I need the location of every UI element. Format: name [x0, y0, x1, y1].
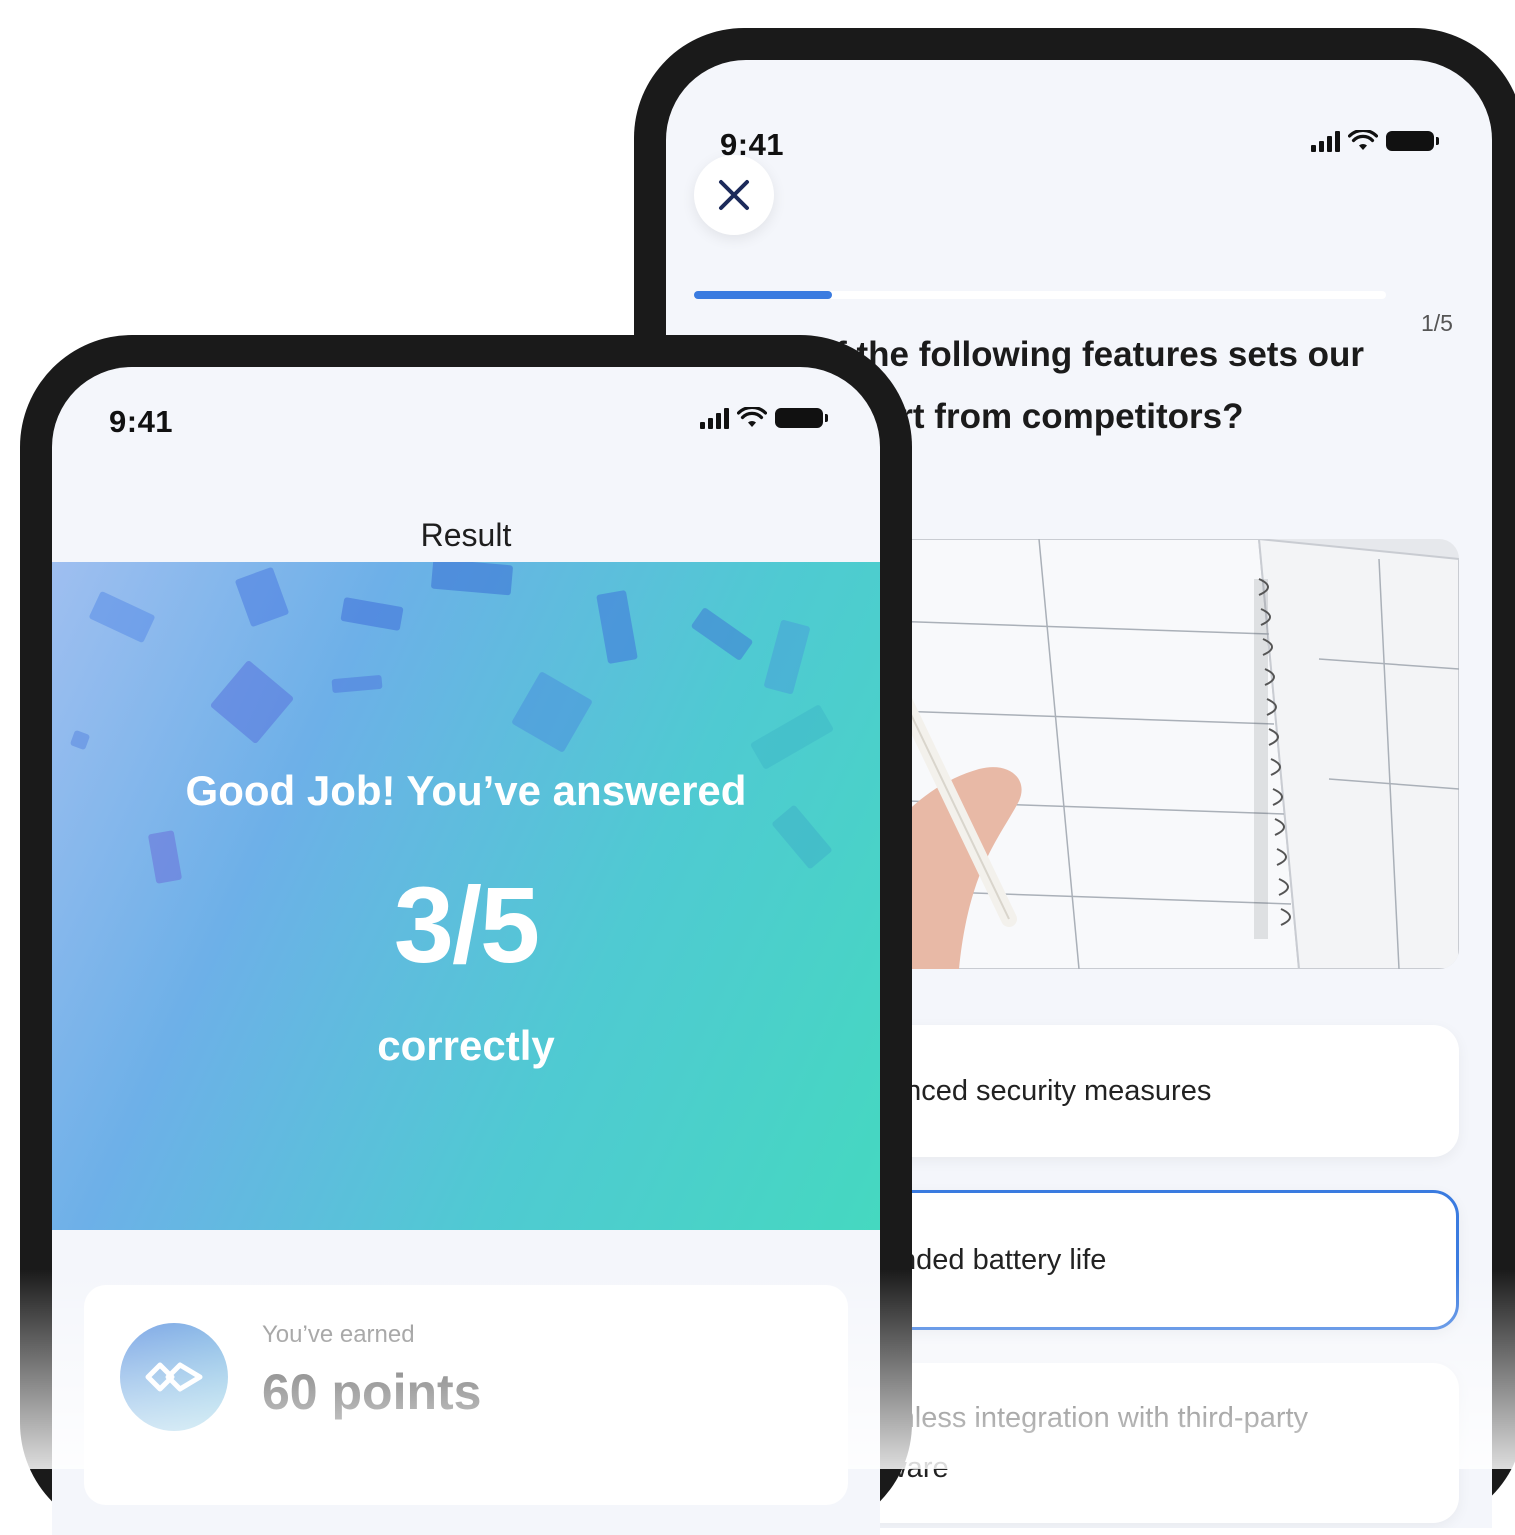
- confetti-piece: [88, 590, 156, 644]
- confetti-piece: [69, 729, 91, 751]
- signal-icon: [1311, 130, 1340, 152]
- confetti-piece: [340, 596, 404, 632]
- diamond-link-icon: [145, 1362, 203, 1392]
- confetti-piece: [749, 704, 835, 770]
- confetti-piece: [209, 659, 295, 745]
- result-phone: 9:41 Result Good Job! You’ve answered 3/…: [20, 335, 912, 1535]
- answer-option-label: Seamless integration with third-party so…: [839, 1402, 1309, 1484]
- points-diamond-icon: [120, 1323, 228, 1431]
- progress-bar: [694, 291, 1386, 299]
- signal-icon: [700, 407, 729, 429]
- status-icons: [700, 407, 828, 429]
- confetti-piece: [596, 589, 638, 665]
- result-hero: Good Job! You’ve answered 3/5 correctly: [52, 562, 880, 1230]
- confetti-piece: [690, 606, 754, 662]
- confetti-piece: [234, 566, 290, 628]
- status-time: 9:41: [109, 404, 174, 439]
- result-message: Good Job! You’ve answered: [185, 767, 747, 814]
- points-value: 60 points: [262, 1364, 482, 1420]
- confetti-piece: [331, 674, 383, 694]
- close-icon: [719, 180, 749, 210]
- status-icons: [1311, 130, 1439, 152]
- result-screen: 9:41 Result Good Job! You’ve answered 3/…: [52, 367, 880, 1535]
- confetti-piece: [430, 562, 514, 596]
- progress-fill: [694, 291, 833, 299]
- result-message-suffix: correctly: [377, 1022, 555, 1069]
- wifi-icon: [737, 407, 767, 427]
- wifi-icon: [1348, 130, 1378, 150]
- result-score: 3/5: [393, 864, 540, 985]
- confetti-piece: [511, 671, 593, 753]
- confetti-piece: [763, 619, 811, 695]
- battery-icon: [775, 408, 828, 428]
- close-button[interactable]: [694, 155, 774, 235]
- points-card: You’ve earned 60 points: [84, 1285, 848, 1505]
- battery-icon: [1386, 131, 1439, 151]
- page-title: Result: [420, 517, 512, 553]
- points-label: You’ve earned: [262, 1321, 415, 1348]
